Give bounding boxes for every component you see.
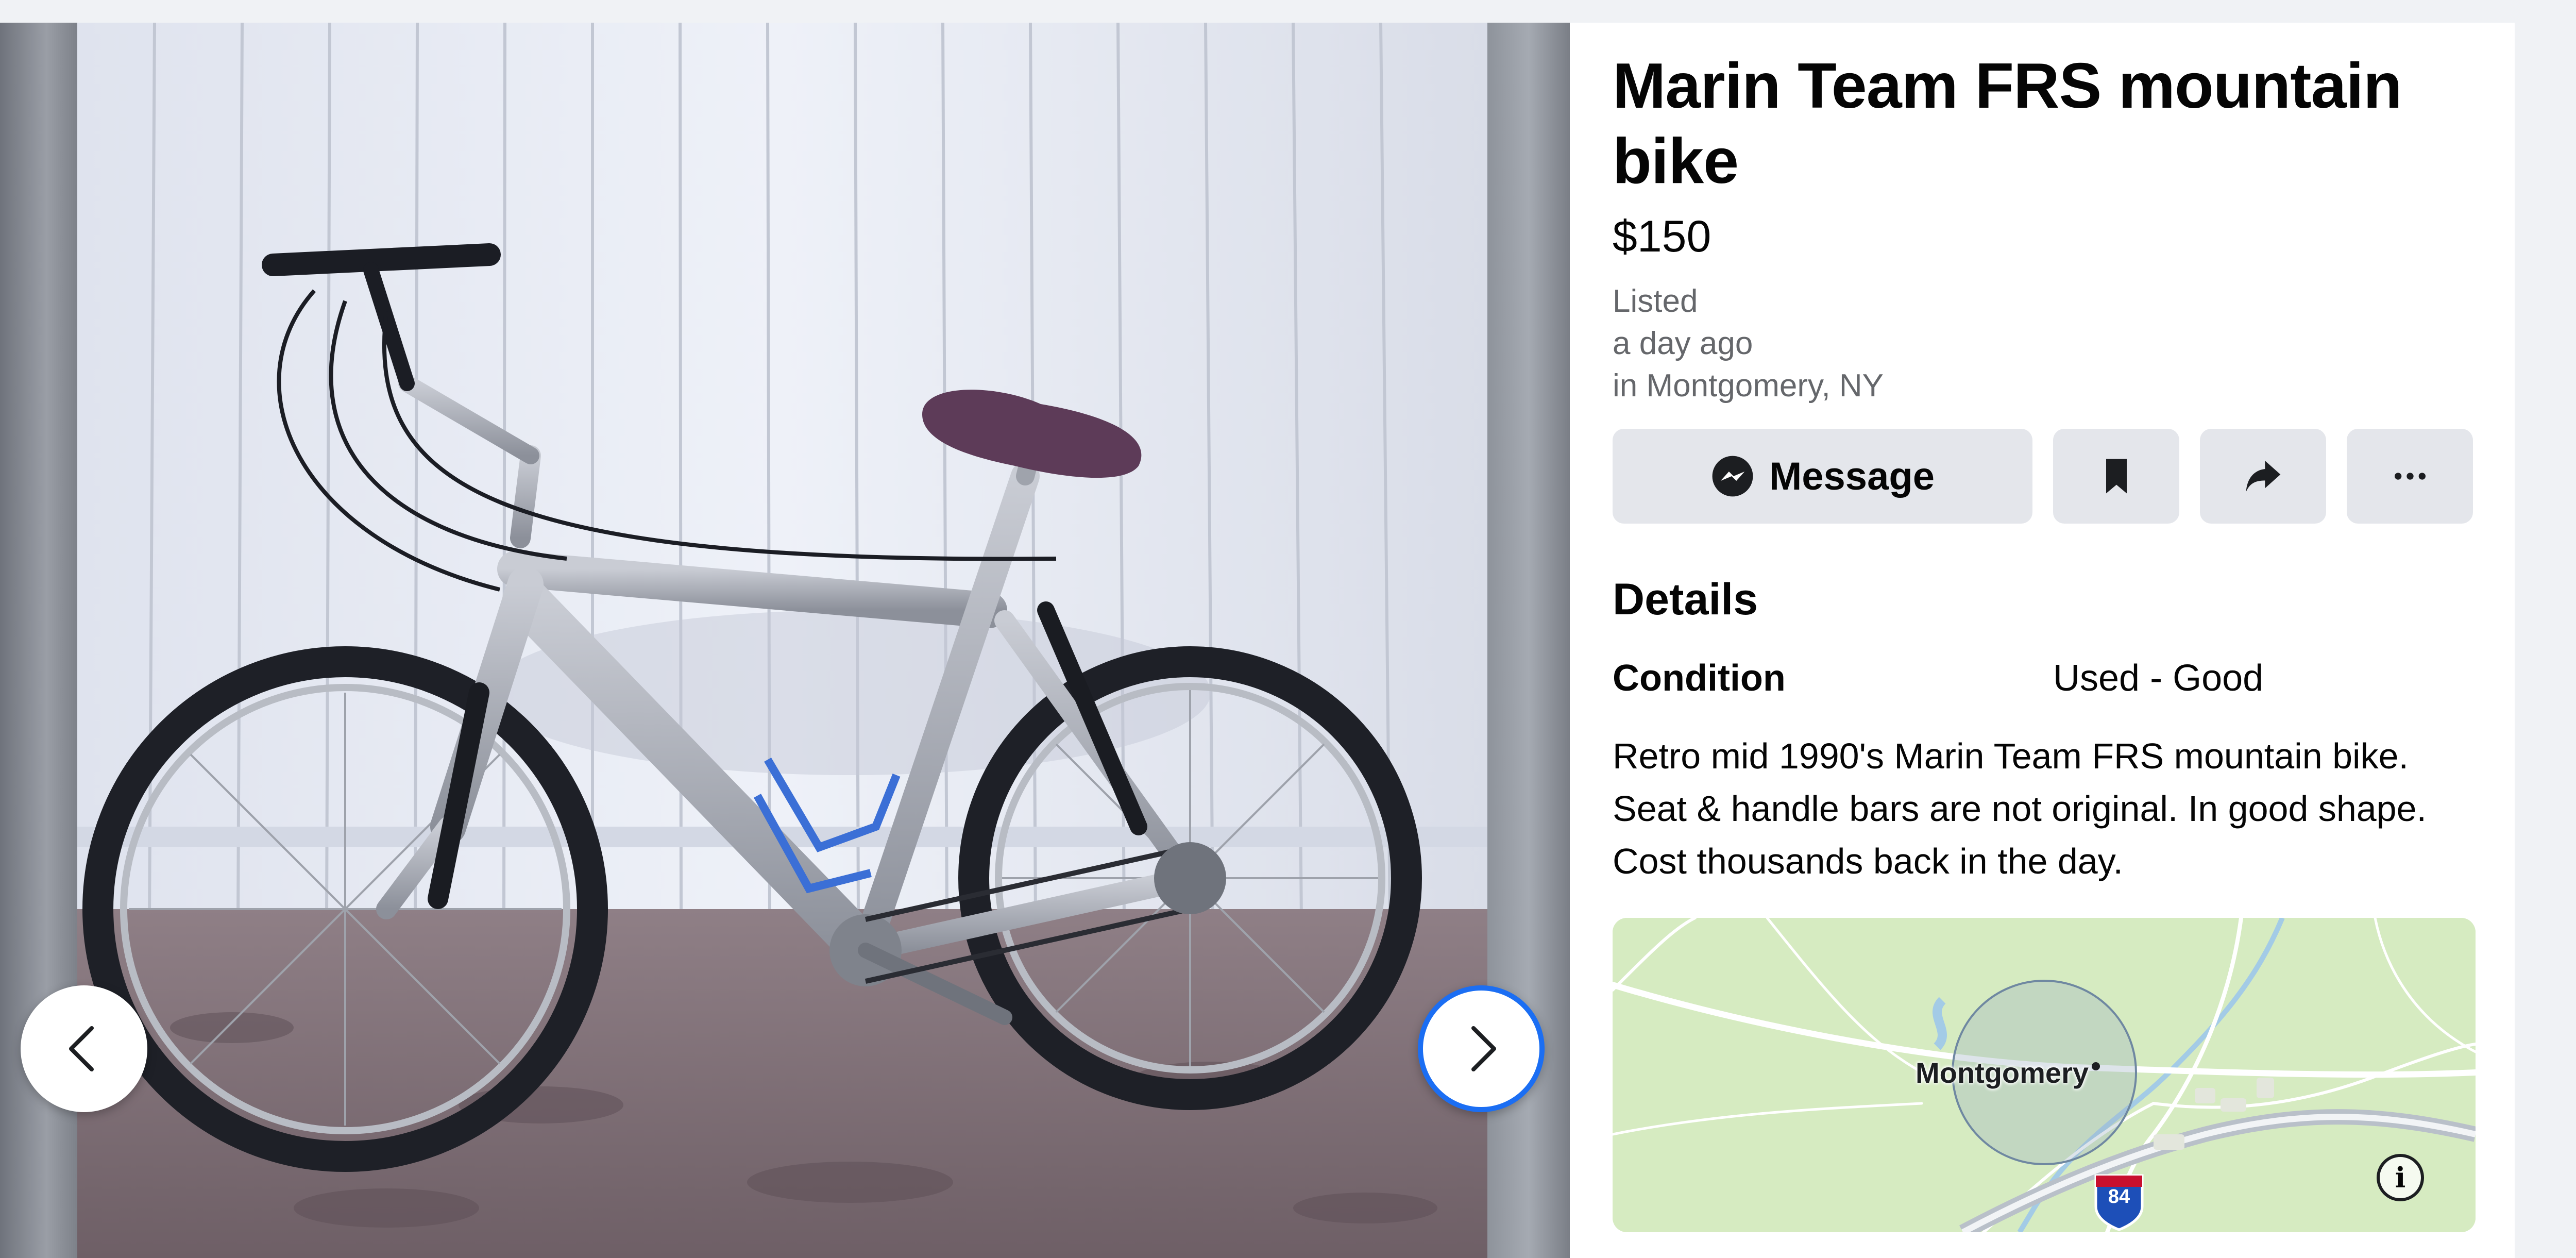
next-photo-button[interactable] [1418, 985, 1545, 1112]
message-button-label: Message [1769, 454, 1935, 498]
bookmark-icon [2106, 459, 2127, 494]
condition-label: Condition [1613, 658, 1786, 699]
condition-value: Used - Good [2053, 658, 2264, 699]
condition-row: Condition Used - Good [1613, 653, 2476, 703]
listing-details-content: Marin Team FRS mountain bike $150 Listed… [1613, 48, 2476, 887]
listing-title: Marin Team FRS mountain bike [1613, 51, 2402, 197]
location-map[interactable]: Montgomery 84 i [1613, 918, 2476, 1232]
chevron-right-icon [1471, 1026, 1496, 1071]
more-options-button[interactable] [2347, 429, 2473, 524]
share-button[interactable] [2200, 429, 2326, 524]
photo-viewer [0, 23, 1570, 1258]
bike-photo-illustration [77, 23, 1487, 1258]
listing-price: $150 [1613, 212, 1711, 261]
listed-time: a day ago [1613, 326, 1753, 361]
listing-location[interactable]: in Montgomery, NY [1613, 365, 2476, 407]
previous-photo-button[interactable] [21, 985, 147, 1112]
listed-label: Listed [1613, 283, 1698, 319]
share-icon [2246, 461, 2280, 492]
listing-photo [77, 23, 1487, 1258]
interstate-shield-number: 84 [2108, 1186, 2130, 1207]
chevron-left-icon [69, 1026, 94, 1071]
save-button[interactable] [2053, 429, 2179, 524]
details-heading: Details [1613, 575, 1758, 624]
messenger-icon [1712, 456, 1753, 497]
more-icon [2394, 473, 2426, 480]
listing-description: Retro mid 1990's Marin Team FRS mountain… [1613, 736, 2427, 881]
listing-actions: Message [1613, 429, 2476, 524]
listing-details-panel: Marin Team FRS mountain bike $150 Listed… [1570, 23, 2515, 1258]
map-info-icon[interactable]: i [2377, 1154, 2424, 1201]
marketplace-listing-page: Marin Team FRS mountain bike $150 Listed… [0, 0, 2576, 1258]
message-button[interactable]: Message [1613, 429, 2032, 524]
map-place-label: Montgomery [1916, 1056, 2089, 1089]
